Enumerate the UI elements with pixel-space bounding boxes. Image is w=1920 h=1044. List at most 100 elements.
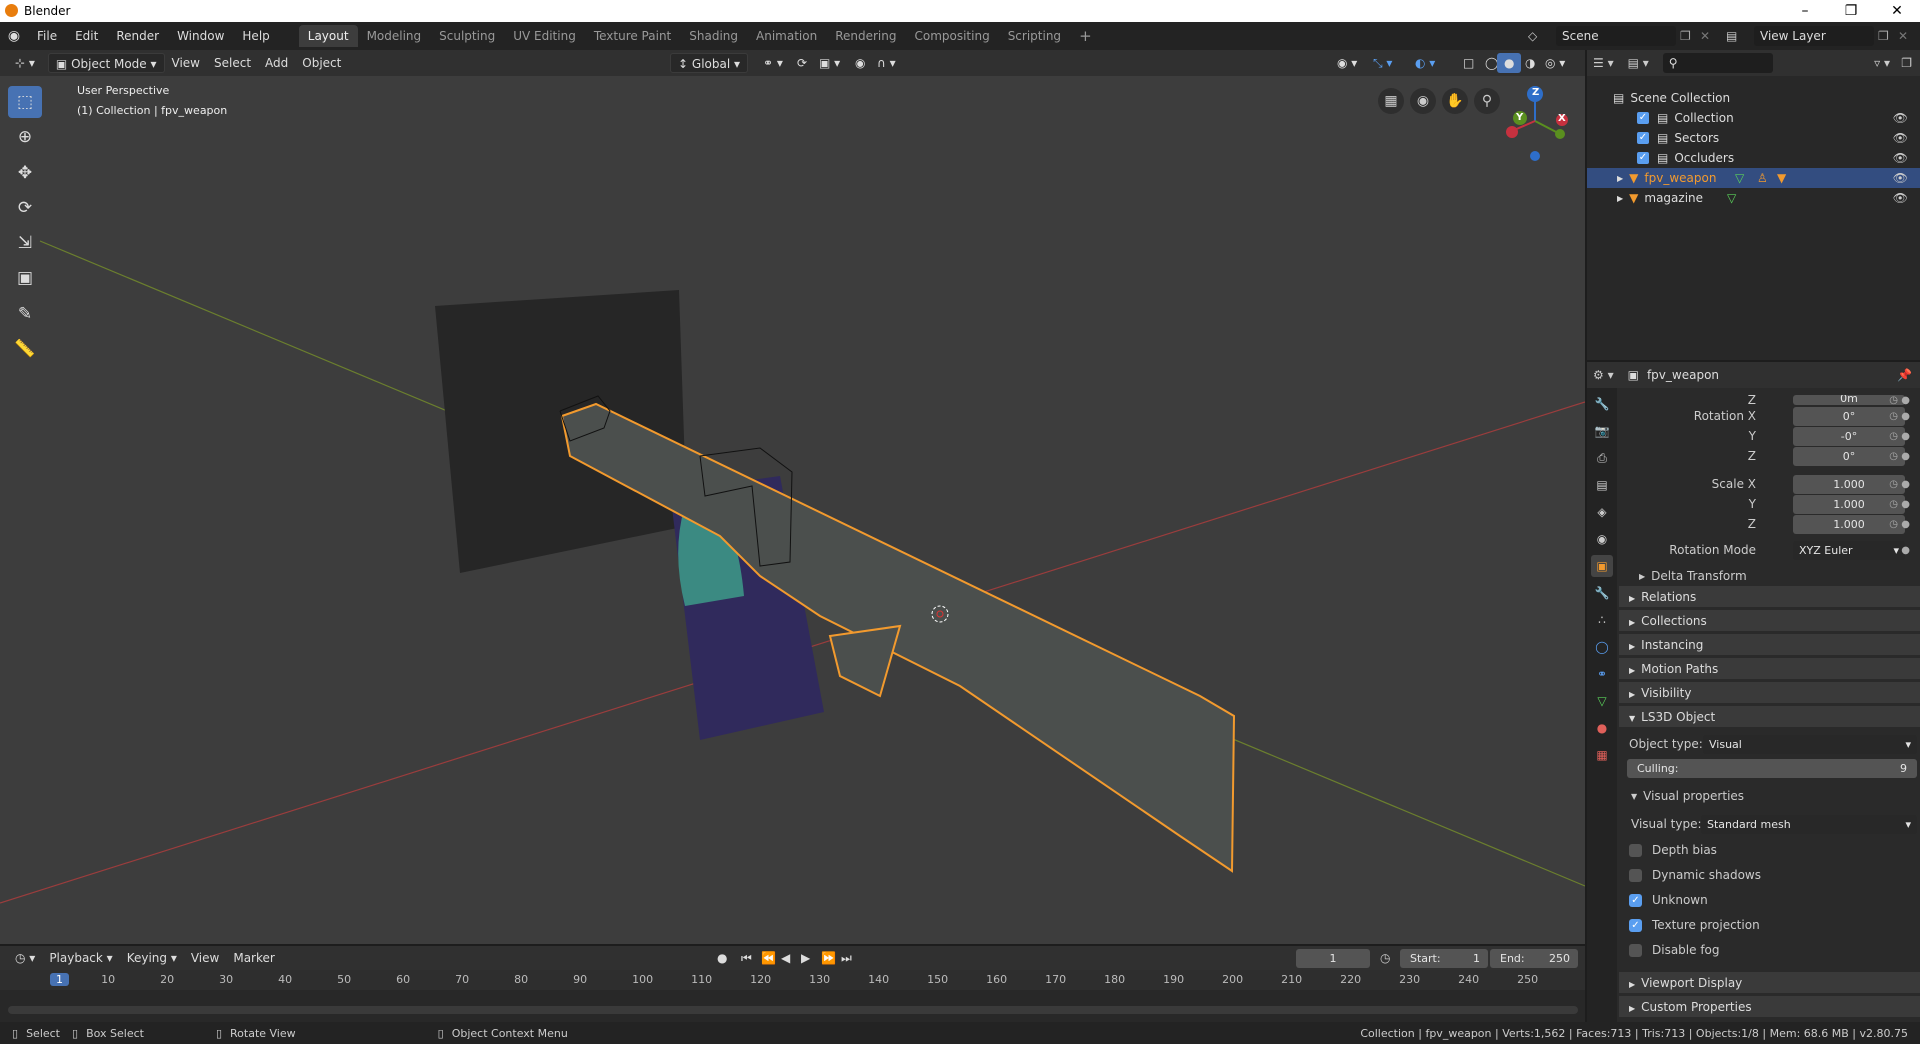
tab-uv-editing[interactable]: UV Editing bbox=[504, 25, 585, 47]
dynamic-shadows-checkbox[interactable]: Dynamic shadows bbox=[1617, 865, 1920, 885]
panel-motion-paths[interactable]: ▶ Motion Paths bbox=[1619, 658, 1920, 680]
modifier-tab-icon[interactable]: 🔧 bbox=[1591, 582, 1613, 604]
tab-sculpting[interactable]: Sculpting bbox=[430, 25, 504, 47]
tab-shading[interactable]: Shading bbox=[680, 25, 747, 47]
keyframe-dot-icon[interactable]: ● bbox=[1901, 411, 1910, 422]
outliner-item-fpv-weapon[interactable]: ▶ ▼ fpv_weapon ▽ ♙ ▼ 👁 bbox=[1587, 168, 1920, 188]
viewport-menu-select[interactable]: Select bbox=[207, 53, 258, 73]
object-tab-icon[interactable]: ▣ bbox=[1591, 555, 1613, 577]
transform-tool-icon[interactable]: ▣ bbox=[8, 262, 42, 294]
visual-properties-subpanel[interactable]: ▼ Visual properties bbox=[1617, 786, 1920, 806]
visual-type-dropdown[interactable]: Standard mesh ▾ bbox=[1701, 814, 1917, 834]
timeline-scrollbar[interactable] bbox=[8, 1006, 1578, 1014]
panel-custom-properties[interactable]: ▶ Custom Properties bbox=[1619, 996, 1920, 1018]
eye-icon[interactable]: 👁 bbox=[1893, 111, 1908, 125]
lock-icon[interactable]: ◷ bbox=[1889, 395, 1898, 406]
rendered-shading-icon[interactable]: ◎ ▾ bbox=[1538, 53, 1572, 73]
menu-render[interactable]: Render bbox=[107, 24, 168, 48]
viewport-menu-view[interactable]: View bbox=[165, 53, 207, 73]
new-view-layer-icon[interactable]: ❐ bbox=[1878, 29, 1889, 43]
outliner-item-occluders[interactable]: ✓ ▤ Occluders 👁 bbox=[1587, 148, 1920, 168]
checkbox-checked-icon[interactable]: ✓ bbox=[1629, 893, 1642, 907]
tab-texture-paint[interactable]: Texture Paint bbox=[585, 25, 680, 47]
texture-projection-checkbox[interactable]: ✓ Texture projection bbox=[1617, 915, 1920, 935]
close-icon[interactable]: ✕ bbox=[1874, 0, 1920, 22]
pin-icon[interactable]: 📌 bbox=[1897, 368, 1912, 382]
snap-target-icon[interactable]: ▣ ▾ bbox=[812, 53, 847, 73]
end-frame-field[interactable]: End: 250 bbox=[1490, 948, 1578, 968]
new-collection-icon[interactable]: ❐ bbox=[1901, 56, 1912, 70]
panel-ls3d-object[interactable]: ▼ LS3D Object bbox=[1619, 706, 1920, 728]
menu-edit[interactable]: Edit bbox=[66, 24, 107, 48]
tab-scripting[interactable]: Scripting bbox=[999, 25, 1070, 47]
scale-z-field[interactable]: 1.000 bbox=[1793, 514, 1905, 534]
timeline-menu-playback[interactable]: Playback ▾ bbox=[42, 948, 119, 968]
rotation-z-field[interactable]: 0° bbox=[1793, 446, 1905, 466]
lock-icon[interactable]: ◷ bbox=[1889, 479, 1898, 490]
panel-relations[interactable]: ▶ Relations bbox=[1619, 586, 1920, 608]
culling-field[interactable]: Culling: 9 bbox=[1627, 758, 1917, 778]
delete-view-layer-icon[interactable]: ✕ bbox=[1898, 29, 1908, 43]
outliner-item-magazine[interactable]: ▶ ▼ magazine ▽ 👁 bbox=[1587, 188, 1920, 208]
material-tab-icon[interactable]: ● bbox=[1591, 717, 1613, 739]
outliner-editor-type-icon[interactable]: ☰ ▾ bbox=[1593, 56, 1614, 70]
editor-type-icon[interactable]: ⊹ ▾ bbox=[8, 53, 42, 73]
keyframe-dot-icon[interactable]: ● bbox=[1901, 499, 1910, 510]
start-frame-field[interactable]: Start: 1 bbox=[1400, 948, 1488, 968]
timeline-menu-keying[interactable]: Keying ▾ bbox=[120, 948, 184, 968]
delete-scene-icon[interactable]: ✕ bbox=[1700, 29, 1710, 43]
cursor-tool-icon[interactable]: ⊕ bbox=[8, 121, 42, 153]
checkbox-icon[interactable] bbox=[1629, 943, 1642, 957]
outliner-search-input[interactable]: ⚲ bbox=[1662, 53, 1773, 73]
object-type-dropdown[interactable]: Visual ▾ bbox=[1703, 734, 1917, 754]
tab-modeling[interactable]: Modeling bbox=[358, 25, 431, 47]
panel-instancing[interactable]: ▶ Instancing bbox=[1619, 634, 1920, 656]
rotation-x-field[interactable]: 0° bbox=[1793, 406, 1905, 426]
keyframe-dot-icon[interactable]: ● bbox=[1901, 431, 1910, 442]
visibility-icon[interactable]: ◉ ▾ bbox=[1330, 53, 1364, 73]
lock-icon[interactable]: ◷ bbox=[1889, 499, 1898, 510]
lock-icon[interactable]: ◷ bbox=[1889, 431, 1898, 442]
move-tool-icon[interactable]: ✥ bbox=[8, 157, 42, 189]
jump-end-icon[interactable]: ⏭ bbox=[834, 948, 859, 968]
view-layer-field[interactable]: View Layer bbox=[1754, 26, 1874, 46]
measure-tool-icon[interactable]: 📏 bbox=[8, 333, 42, 365]
keyframe-dot-icon[interactable]: ● bbox=[1901, 519, 1910, 530]
eye-icon[interactable]: 👁 bbox=[1893, 131, 1908, 145]
viewport-menu-object[interactable]: Object bbox=[295, 53, 348, 73]
texture-tab-icon[interactable]: ▦ bbox=[1591, 744, 1613, 766]
scale-y-field[interactable]: 1.000 bbox=[1793, 494, 1905, 514]
outliner-scene-collection[interactable]: ▤ Scene Collection bbox=[1587, 88, 1920, 108]
panel-collections[interactable]: ▶ Collections bbox=[1619, 610, 1920, 632]
scene-icon[interactable]: ◇ bbox=[1528, 29, 1537, 43]
add-workspace-icon[interactable]: + bbox=[1070, 25, 1101, 47]
tab-layout[interactable]: Layout bbox=[298, 25, 358, 47]
eye-icon[interactable]: 👁 bbox=[1893, 151, 1908, 165]
depth-bias-checkbox[interactable]: Depth bias bbox=[1617, 840, 1920, 860]
frame-ruler[interactable]: 1 10 20 30 40 50 60 70 80 90 100 110 120 130 140 150 160… bbox=[0, 970, 1585, 990]
checkbox-checked-icon[interactable]: ✓ bbox=[1629, 918, 1642, 932]
delta-transform-subpanel[interactable]: ▶ Delta Transform bbox=[1617, 566, 1920, 586]
outliner-item-collection[interactable]: ✓ ▤ Collection 👁 bbox=[1587, 108, 1920, 128]
scene-tab-icon[interactable]: ◈ bbox=[1591, 501, 1613, 523]
annotate-tool-icon[interactable]: ✎ bbox=[8, 298, 42, 330]
particles-tab-icon[interactable]: ∴ bbox=[1591, 609, 1613, 631]
menu-file[interactable]: File bbox=[28, 24, 66, 48]
unknown-checkbox[interactable]: ✓ Unknown bbox=[1617, 890, 1920, 910]
record-icon[interactable]: ● bbox=[710, 948, 734, 968]
menu-help[interactable]: Help bbox=[233, 24, 278, 48]
timeline-menu-view[interactable]: View bbox=[184, 948, 226, 968]
display-mode-icon[interactable]: ▤ ▾ bbox=[1628, 56, 1649, 70]
rotation-y-field[interactable]: -0° bbox=[1793, 426, 1905, 446]
camera-view-icon[interactable]: ◉ bbox=[1410, 88, 1436, 114]
timeline-editor-type-icon[interactable]: ◷ ▾ bbox=[8, 948, 42, 968]
new-scene-icon[interactable]: ❐ bbox=[1680, 29, 1691, 43]
checkbox-icon[interactable]: ✓ bbox=[1637, 132, 1649, 144]
zoom-icon[interactable]: ⚲ bbox=[1474, 88, 1500, 114]
tab-rendering[interactable]: Rendering bbox=[826, 25, 905, 47]
panel-viewport-display[interactable]: ▶ Viewport Display bbox=[1619, 972, 1920, 994]
minimize-icon[interactable]: – bbox=[1782, 0, 1828, 22]
keyframe-dot-icon[interactable]: ● bbox=[1901, 479, 1910, 490]
render-tab-icon[interactable]: 📷 bbox=[1591, 420, 1613, 442]
rotation-mode-dropdown[interactable]: XYZ Euler ▾ bbox=[1793, 540, 1905, 560]
